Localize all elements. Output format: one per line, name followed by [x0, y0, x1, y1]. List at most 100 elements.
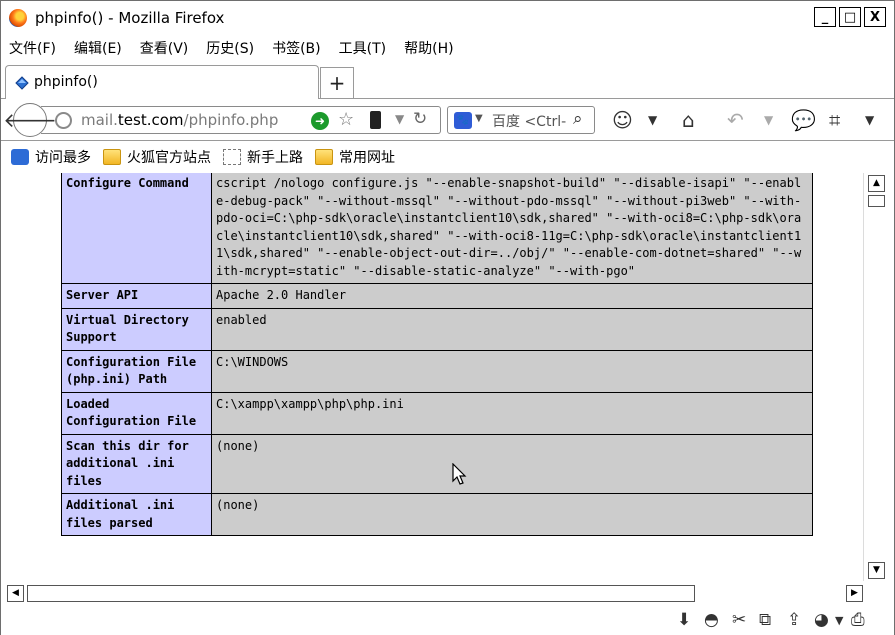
globe-icon — [55, 112, 72, 129]
search-placeholder: <Ctrl- — [524, 114, 567, 130]
crop-icon[interactable]: ⌗ — [829, 108, 840, 132]
menu-bar: 文件(F) 编辑(E) 查看(V) 历史(S) 书签(B) 工具(T) 帮助(H… — [1, 35, 894, 61]
globe-status-icon[interactable]: ◕ — [814, 610, 829, 630]
tab-phpinfo[interactable]: phpinfo() — [5, 65, 319, 99]
bookmark-label: 火狐官方站点 — [127, 150, 211, 166]
config-key: Configuration File (php.ini) Path — [61, 349, 212, 393]
bookmark-label: 访问最多 — [35, 150, 91, 166]
reload-icon[interactable]: ↻ — [413, 109, 427, 129]
config-value: enabled — [211, 307, 813, 351]
minimize-button[interactable]: _ — [814, 7, 836, 27]
bookmarks-bar: 访问最多 火狐官方站点 新手上路 常用网址 — [1, 141, 894, 173]
url-dropdown-icon[interactable]: ▼ — [395, 112, 404, 126]
globe-dropdown-icon[interactable]: ▼ — [835, 614, 843, 627]
bookmark-label: 新手上路 — [247, 150, 303, 166]
config-key: Configure Command — [61, 173, 212, 284]
baidu-paw-icon[interactable]: 🐾 — [454, 112, 472, 129]
menu-file[interactable]: 文件(F) — [9, 38, 56, 58]
undo-icon[interactable]: ↶ — [727, 108, 744, 132]
tab-strip: phpinfo() + — [1, 63, 894, 99]
home-icon[interactable]: ⌂ — [682, 108, 695, 132]
search-engine-name: 百度 — [492, 114, 520, 130]
url-bar[interactable]: mail.test.com/phpinfo.php ➜ ☆ ▼ ↻ — [41, 106, 441, 134]
bookmark-getting-started[interactable]: 新手上路 — [223, 147, 303, 167]
dashed-page-icon — [223, 149, 241, 165]
title-bar: phpinfo() - Mozilla Firefox _ □ X — [1, 1, 894, 35]
horizontal-scroll-thumb[interactable] — [27, 585, 695, 602]
firefox-icon — [9, 9, 27, 27]
menu-history[interactable]: 历史(S) — [206, 38, 254, 58]
url-domain: test.com — [117, 111, 184, 129]
share-icon[interactable]: ⇪ — [787, 610, 801, 630]
bookmark-firefox-official[interactable]: 火狐官方站点 — [103, 147, 211, 167]
config-key: Additional .ini files parsed — [61, 493, 212, 536]
magnifier-icon — [11, 149, 29, 165]
scroll-up-icon[interactable]: ▲ — [868, 175, 885, 192]
menu-tools[interactable]: 工具(T) — [339, 38, 386, 58]
bookmark-label: 常用网址 — [339, 150, 395, 166]
config-value: cscript /nologo configure.js "--enable-s… — [211, 173, 813, 284]
table-row: Scan this dir for additional .ini files … — [61, 433, 813, 494]
config-key: Server API — [61, 283, 212, 309]
config-value: Apache 2.0 Handler — [211, 283, 813, 309]
scroll-right-icon[interactable]: ▶ — [846, 585, 863, 602]
menu-edit[interactable]: 编辑(E) — [74, 38, 122, 58]
config-key: Scan this dir for additional .ini files — [61, 433, 212, 494]
window-title: phpinfo() - Mozilla Firefox — [35, 9, 225, 27]
search-icon[interactable]: ⌕ — [573, 109, 583, 129]
go-arrow-icon[interactable]: ➜ — [311, 112, 329, 130]
vertical-scroll-thumb[interactable] — [868, 195, 885, 207]
folder-icon — [103, 149, 121, 165]
url-text[interactable]: mail.test.com/phpinfo.php — [81, 111, 278, 129]
menu-bookmarks[interactable]: 书签(B) — [272, 38, 321, 58]
bookmark-most-visited[interactable]: 访问最多 — [11, 147, 91, 167]
mobile-device-icon[interactable] — [370, 111, 381, 129]
menu-dropdown-icon[interactable]: ▼ — [865, 113, 874, 127]
config-key: Virtual Directory Support — [61, 307, 212, 351]
maximize-button[interactable]: □ — [839, 7, 861, 27]
page-favicon-icon — [15, 76, 29, 90]
menu-help[interactable]: 帮助(H) — [404, 38, 453, 58]
menu-view[interactable]: 查看(V) — [140, 38, 189, 58]
vertical-scrollbar[interactable]: ▲ ▼ — [863, 173, 889, 581]
new-tab-button[interactable]: + — [320, 67, 354, 98]
config-value: C:\xampp\xampp\php\php.ini — [211, 391, 813, 435]
back-button[interactable]: 🡐 — [3, 103, 57, 137]
addon-dropdown-icon[interactable]: ▼ — [648, 113, 657, 127]
folder-icon — [315, 149, 333, 165]
browser-window: phpinfo() - Mozilla Firefox _ □ X 文件(F) … — [0, 0, 895, 635]
windows-icon[interactable]: ⧉ — [759, 610, 771, 630]
horizontal-scrollbar[interactable]: ◀ ▶ — [7, 583, 863, 603]
chat-bubble-icon[interactable]: 💬 — [791, 108, 816, 132]
config-value: C:\WINDOWS — [211, 349, 813, 393]
table-row: Loaded Configuration File C:\xampp\xampp… — [61, 391, 813, 435]
url-prefix: mail. — [81, 111, 118, 129]
url-path: /phpinfo.php — [183, 111, 279, 129]
page-content: Configure Command cscript /nologo config… — [7, 173, 863, 581]
config-value: (none) — [211, 433, 813, 494]
table-row: Configuration File (php.ini) Path C:\WIN… — [61, 349, 813, 393]
table-row: Server API Apache 2.0 Handler — [61, 283, 813, 309]
bookmark-common-sites[interactable]: 常用网址 — [315, 147, 395, 167]
table-row: Configure Command cscript /nologo config… — [61, 173, 813, 284]
table-row: Virtual Directory Support enabled — [61, 307, 813, 351]
table-row: Additional .ini files parsed (none) — [61, 493, 813, 536]
close-button[interactable]: X — [864, 7, 886, 27]
print-icon[interactable]: ⎙ — [851, 610, 865, 630]
config-key: Loaded Configuration File — [61, 391, 212, 435]
download-icon[interactable]: ⬇ — [677, 610, 691, 630]
tools-icon[interactable]: ✂ — [732, 610, 746, 630]
mouse-cursor-icon — [452, 463, 467, 485]
mask-icon[interactable]: ◓ — [704, 610, 719, 630]
phpinfo-table: Configure Command cscript /nologo config… — [61, 173, 813, 536]
undo-dropdown-icon[interactable]: ▼ — [764, 113, 773, 127]
search-engine-dropdown-icon[interactable]: ▼ — [475, 113, 483, 124]
addon-smiley-icon[interactable]: ☺ — [612, 108, 633, 132]
addon-bar: ⬇ ◓ ✂ ⧉ ⇪ ◕ ▼ ⎙ — [1, 605, 894, 635]
tab-label: phpinfo() — [34, 74, 98, 90]
scroll-down-icon[interactable]: ▼ — [868, 562, 885, 579]
search-bar[interactable]: 🐾 ▼ 百度 <Ctrl- ⌕ — [447, 106, 595, 134]
scroll-left-icon[interactable]: ◀ — [7, 585, 24, 602]
back-arrow-icon: 🡐 — [3, 108, 57, 132]
bookmark-star-icon[interactable]: ☆ — [338, 109, 354, 130]
